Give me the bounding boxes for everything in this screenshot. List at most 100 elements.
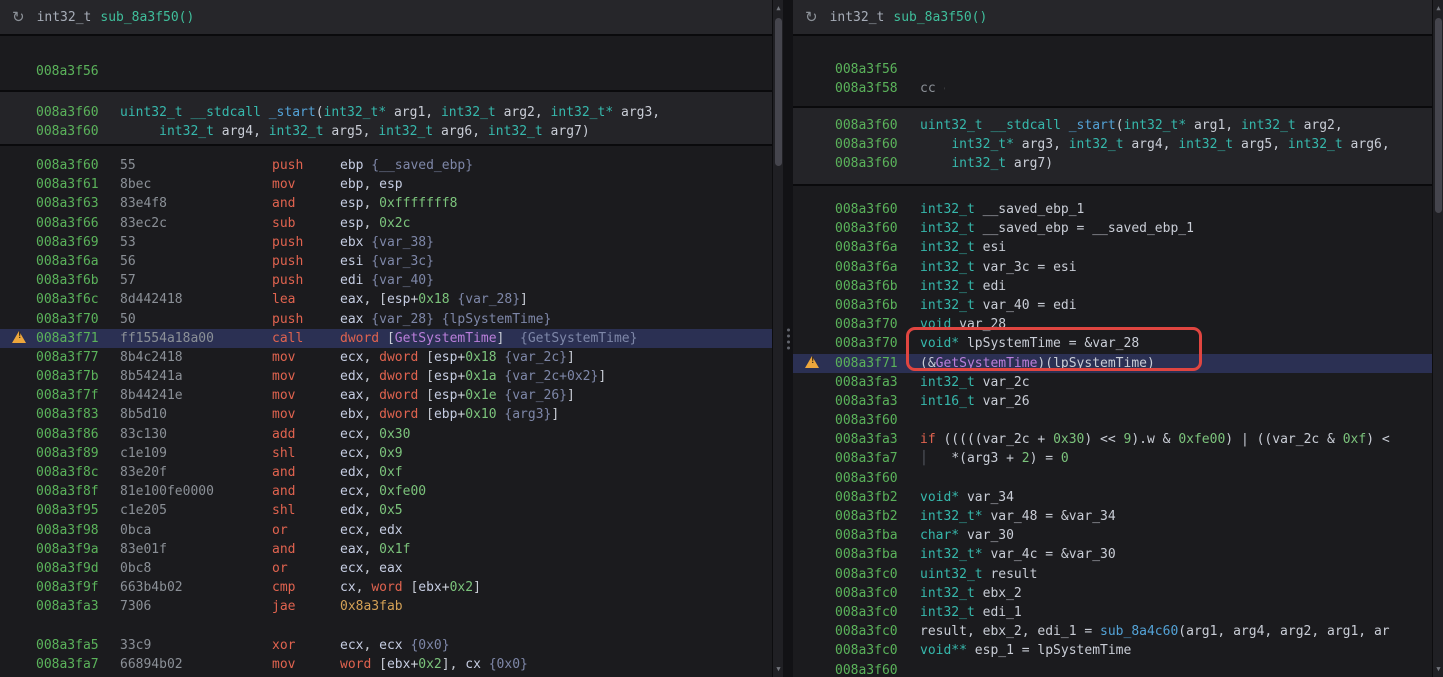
mnemonic[interactable]: add bbox=[272, 425, 340, 444]
opcode-bytes[interactable]: 663b4b02 bbox=[120, 578, 272, 597]
address[interactable]: 008a3f60 bbox=[835, 154, 920, 173]
opcode-bytes[interactable]: 56 bbox=[120, 252, 272, 271]
code-token[interactable]: eax bbox=[340, 312, 363, 327]
address[interactable]: 008a3fa5 bbox=[36, 636, 120, 655]
mnemonic[interactable]: jae bbox=[272, 597, 340, 616]
address[interactable]: 008a3f6b bbox=[835, 296, 920, 315]
code-token[interactable]: arg3, bbox=[613, 105, 660, 120]
mnemonic[interactable]: lea bbox=[272, 290, 340, 309]
code-token[interactable]: 0x2c bbox=[379, 216, 410, 231]
code-token[interactable]: esp bbox=[434, 388, 457, 403]
code-token[interactable]: 2 bbox=[1022, 451, 1030, 466]
code-token[interactable]: {var_40} bbox=[363, 273, 433, 288]
code-token[interactable]: (& bbox=[920, 356, 936, 371]
code-token[interactable]: [ bbox=[379, 657, 387, 672]
hlil-row[interactable]: 008a3f70void var_28 bbox=[793, 315, 1432, 334]
mnemonic[interactable]: mov bbox=[272, 386, 340, 405]
address[interactable]: 008a3f60 bbox=[835, 135, 920, 154]
disasm-row[interactable]: 008a3f6383e4f8andesp, 0xfffffff8 bbox=[0, 194, 772, 213]
opcode-bytes[interactable]: 8bec bbox=[120, 175, 272, 194]
code-token[interactable]: 0xfe00 bbox=[379, 484, 426, 499]
code-token[interactable]: lpSystemTime = &var_28 bbox=[959, 336, 1139, 351]
mnemonic[interactable]: mov bbox=[272, 175, 340, 194]
code-token[interactable]: int32_t bbox=[920, 375, 975, 390]
code-token[interactable]: int32_t* bbox=[951, 137, 1014, 152]
code-token[interactable]: void* bbox=[920, 336, 959, 351]
code-token[interactable]: int32_t bbox=[378, 124, 433, 139]
code-token[interactable]: 0xfe00 bbox=[1178, 432, 1225, 447]
code-token[interactable]: , bbox=[363, 407, 379, 422]
opcode-bytes[interactable]: 0bca bbox=[120, 521, 272, 540]
code-token[interactable]: , bbox=[363, 523, 379, 538]
address[interactable]: 008a3f6a bbox=[835, 238, 920, 257]
code-token[interactable]: var_40 = edi bbox=[975, 298, 1077, 313]
code-token[interactable]: esi bbox=[975, 240, 1006, 255]
code-token[interactable]: 0x30 bbox=[1053, 432, 1084, 447]
code-token[interactable]: ] bbox=[551, 407, 559, 422]
mnemonic[interactable]: push bbox=[272, 252, 340, 271]
code-token[interactable]: int32_t bbox=[1241, 118, 1296, 133]
address[interactable]: 008a3f83 bbox=[36, 405, 120, 424]
code-token[interactable]: esp_1 = lpSystemTime bbox=[967, 643, 1131, 658]
mnemonic[interactable]: shl bbox=[272, 444, 340, 463]
code-token[interactable]: uint32_t bbox=[920, 118, 983, 133]
code-token[interactable]: arg4, bbox=[1124, 137, 1179, 152]
left-scrollbar-thumb[interactable] bbox=[775, 18, 782, 166]
code-token[interactable]: ebx_2 bbox=[975, 586, 1022, 601]
opcode-bytes[interactable]: 83e20f bbox=[120, 463, 272, 482]
disasm-row[interactable]: 008a3fa533c9xorecx, ecx {0x0} bbox=[0, 636, 772, 655]
code-token[interactable]: arg7) bbox=[1006, 156, 1053, 171]
hlil-row[interactable]: 008a3f6aint32_t esi bbox=[793, 238, 1432, 257]
code-token[interactable]: var_34 bbox=[959, 490, 1014, 505]
code-token[interactable]: {GetSystemTime} bbox=[504, 331, 637, 346]
mnemonic[interactable]: and bbox=[272, 194, 340, 213]
code-token[interactable]: arg1, bbox=[386, 105, 441, 120]
hlil-row[interactable]: 008a3f6aint32_t var_3c = esi bbox=[793, 258, 1432, 277]
hlil-row[interactable]: 008a3fc0result, ebx_2, edi_1 = sub_8a4c6… bbox=[793, 622, 1432, 641]
opcode-bytes[interactable]: 8b44241e bbox=[120, 386, 272, 405]
code-token[interactable]: 0 bbox=[1061, 451, 1069, 466]
mnemonic[interactable]: mov bbox=[272, 655, 340, 674]
address[interactable]: 008a3fc0 bbox=[835, 565, 920, 584]
address[interactable]: 008a3f70 bbox=[835, 334, 920, 353]
mnemonic[interactable]: mov bbox=[272, 367, 340, 386]
disasm-row[interactable]: 008a3fa766894b02movword [ebx+0x2], cx {0… bbox=[0, 655, 772, 674]
address[interactable]: 008a3f6b bbox=[36, 271, 120, 290]
opcode-bytes[interactable]: 33c9 bbox=[120, 636, 272, 655]
code-token[interactable]: ebp bbox=[340, 177, 363, 192]
mnemonic[interactable]: or bbox=[272, 521, 340, 540]
disasm-row[interactable]: 008a3f8683c130addecx, 0x30 bbox=[0, 425, 772, 444]
code-token[interactable]: var_3c = esi bbox=[975, 260, 1077, 275]
code-token[interactable]: , bbox=[363, 465, 379, 480]
signature-row[interactable]: 008a3f60 int32_t* arg3, int32_t arg4, in… bbox=[793, 135, 1432, 154]
disasm-row[interactable]: 008a3f6055pushebp {__saved_ebp} bbox=[0, 156, 772, 175]
disasm-row[interactable]: 008a3f9f663b4b02cmpcx, word [ebx+0x2] bbox=[0, 578, 772, 597]
code-token[interactable]: int32_t bbox=[269, 124, 324, 139]
code-token[interactable]: 0x1a bbox=[465, 369, 496, 384]
scroll-down-icon[interactable]: ▼ bbox=[773, 662, 783, 676]
code-token[interactable]: , bbox=[363, 446, 379, 461]
address[interactable]: 008a3f8f bbox=[36, 482, 120, 501]
code-token[interactable]: GetSystemTime bbox=[395, 331, 497, 346]
hlil-row[interactable]: 008a3fc0uint32_t result bbox=[793, 565, 1432, 584]
scroll-up-icon[interactable]: ▲ bbox=[773, 1, 783, 15]
code-token[interactable]: {var_28} bbox=[363, 312, 433, 327]
code-token[interactable]: int32_t bbox=[1178, 137, 1233, 152]
code-token[interactable]: int32_t* bbox=[1124, 118, 1187, 133]
hlil-row[interactable]: 008a3f60int32_t __saved_ebp_1 bbox=[793, 200, 1432, 219]
code-token[interactable]: ((((( bbox=[943, 432, 982, 447]
mnemonic[interactable]: push bbox=[272, 156, 340, 175]
code-token[interactable]: , bbox=[363, 484, 379, 499]
address[interactable]: 008a3fa3 bbox=[36, 597, 120, 616]
hlil-row[interactable]: 008a3f6bint32_t var_40 = edi bbox=[793, 296, 1432, 315]
code-token[interactable]: edi bbox=[340, 273, 363, 288]
disasm-row[interactable]: 008a3f8c83e20fandedx, 0xf bbox=[0, 463, 772, 482]
disasm-row[interactable]: 008a3f6683ec2csubesp, 0x2c bbox=[0, 214, 772, 233]
code-token[interactable]: uint32_t bbox=[920, 567, 983, 582]
code-token[interactable]: arg3, bbox=[1014, 137, 1069, 152]
code-token[interactable]: arg4, bbox=[214, 124, 269, 139]
address[interactable]: 008a3fba bbox=[835, 526, 920, 545]
mnemonic[interactable]: mov bbox=[272, 405, 340, 424]
code-token[interactable]: [ bbox=[426, 350, 434, 365]
disasm-row[interactable]: 008a3f9d0bc8orecx, eax bbox=[0, 559, 772, 578]
